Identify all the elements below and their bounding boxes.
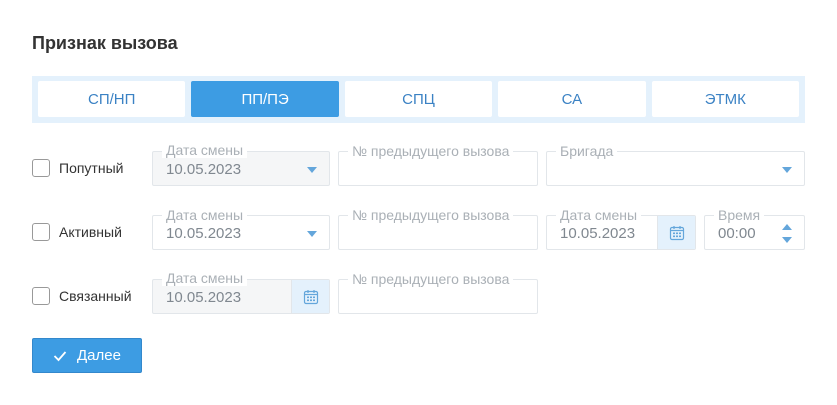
- active-time-value: 00:00: [718, 225, 756, 242]
- active-prev-call-label: № предыдущего вызова: [348, 207, 514, 223]
- passing-checkbox-label: Попутный: [59, 160, 124, 176]
- active-date-value: 10.05.2023: [560, 225, 636, 242]
- row-passing: Попутный Дата смены 10.05.2023 № предыду…: [32, 142, 805, 187]
- tab-spc[interactable]: СПЦ: [344, 81, 493, 117]
- calendar-button[interactable]: [657, 216, 695, 249]
- calendar-icon: [303, 289, 318, 304]
- calendar-button[interactable]: [291, 280, 329, 313]
- calendar-icon: [669, 225, 684, 240]
- call-attribute-form: Признак вызова СП/НП ПП/ПЭ СПЦ СА ЭТМК П…: [0, 0, 837, 405]
- linked-prev-call-label: № предыдущего вызова: [348, 271, 514, 287]
- active-shift-date-label: Дата смены: [162, 207, 248, 223]
- time-stepper[interactable]: [782, 224, 792, 244]
- linked-shift-date-label: Дата смены: [162, 270, 248, 286]
- tab-etmk[interactable]: ЭТМК: [651, 81, 800, 117]
- active-checkbox[interactable]: [32, 223, 50, 241]
- active-checkbox-label: Активный: [59, 224, 122, 240]
- active-date-label: Дата смены: [556, 207, 642, 223]
- tab-pp-pe[interactable]: ПП/ПЭ: [191, 81, 339, 117]
- passing-checkbox-group: Попутный: [32, 159, 123, 177]
- check-icon: [53, 350, 67, 361]
- active-prev-call-input[interactable]: № предыдущего вызова: [338, 207, 538, 250]
- active-time-label: Время: [714, 207, 765, 223]
- next-button[interactable]: Далее: [32, 338, 142, 373]
- brigade-label: Бригада: [556, 143, 618, 159]
- linked-checkbox-label: Связанный: [59, 288, 132, 304]
- passing-prev-call-input[interactable]: № предыдущего вызова: [338, 143, 538, 186]
- active-date-picker[interactable]: Дата смены 10.05.2023: [546, 207, 696, 250]
- active-shift-date-value: 10.05.2023: [166, 225, 242, 242]
- linked-checkbox-group: Связанный: [32, 287, 132, 305]
- passing-checkbox[interactable]: [32, 159, 50, 177]
- linked-prev-call-input[interactable]: № предыдущего вызова: [338, 271, 538, 314]
- passing-shift-date-select[interactable]: Дата смены 10.05.2023: [152, 142, 330, 186]
- chevron-down-icon[interactable]: [307, 231, 317, 237]
- brigade-select[interactable]: Бригада: [546, 143, 805, 186]
- passing-shift-date-label: Дата смены: [162, 142, 248, 158]
- page-title: Признак вызова: [32, 33, 178, 53]
- active-time-input[interactable]: Время 00:00: [704, 207, 805, 250]
- arrow-down-icon[interactable]: [782, 237, 792, 243]
- passing-shift-date-value: 10.05.2023: [166, 161, 242, 178]
- call-type-tabs: СП/НП ПП/ПЭ СПЦ СА ЭТМК: [32, 76, 805, 123]
- next-button-label: Далее: [77, 347, 121, 364]
- active-shift-date-select[interactable]: Дата смены 10.05.2023: [152, 207, 330, 250]
- linked-checkbox[interactable]: [32, 287, 50, 305]
- chevron-down-icon[interactable]: [782, 167, 792, 173]
- arrow-up-icon[interactable]: [782, 224, 792, 230]
- linked-shift-date-value: 10.05.2023: [166, 289, 242, 306]
- tab-sp-np[interactable]: СП/НП: [38, 81, 186, 117]
- linked-shift-date-picker[interactable]: Дата смены 10.05.2023: [152, 270, 330, 314]
- row-active: Активный Дата смены 10.05.2023 № предыду…: [32, 207, 805, 251]
- chevron-down-icon[interactable]: [307, 167, 317, 173]
- active-checkbox-group: Активный: [32, 223, 122, 241]
- passing-prev-call-label: № предыдущего вызова: [348, 143, 514, 159]
- row-linked: Связанный Дата смены 10.05.2023 № предыд…: [32, 270, 805, 315]
- tab-sa[interactable]: СА: [498, 81, 646, 117]
